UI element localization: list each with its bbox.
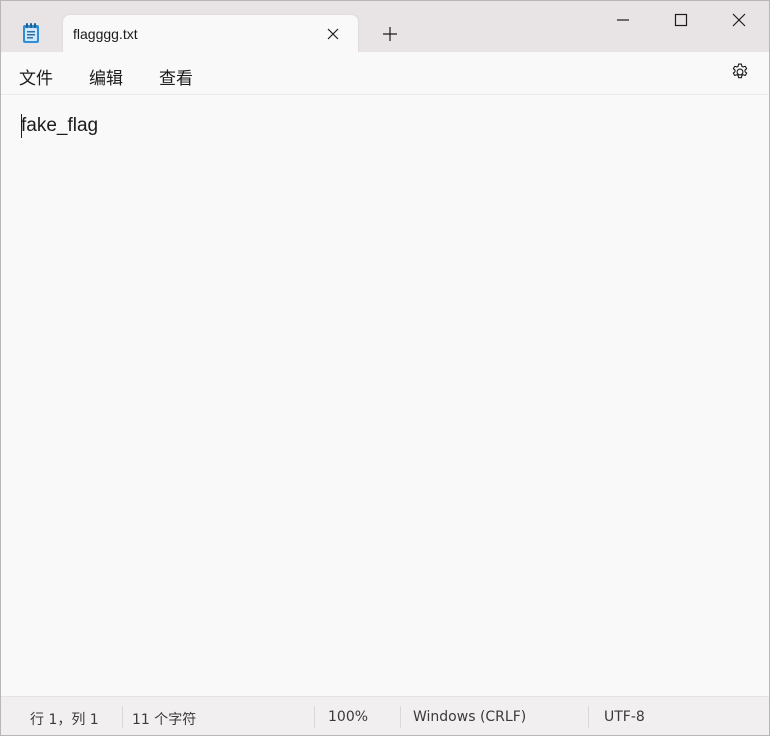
tab-close-icon[interactable] bbox=[325, 26, 341, 42]
notepad-window: flagggg.txt 文件 编辑 查看 fake_flag 行 1，列 1 1… bbox=[0, 0, 770, 736]
menu-bar: 文件 编辑 查看 bbox=[1, 52, 769, 95]
maximize-button[interactable] bbox=[652, 1, 710, 39]
character-count: 11 个字符 bbox=[132, 712, 197, 728]
title-bar: flagggg.txt bbox=[1, 1, 769, 52]
notepad-icon bbox=[21, 22, 41, 44]
editor-content[interactable]: fake_flag bbox=[21, 115, 98, 137]
status-divider bbox=[588, 706, 589, 728]
menu-file[interactable]: 文件 bbox=[19, 64, 53, 89]
maximize-icon bbox=[674, 13, 688, 27]
encoding[interactable]: UTF-8 bbox=[604, 709, 645, 725]
status-divider bbox=[122, 706, 123, 728]
window-close-button[interactable] bbox=[710, 1, 768, 39]
menu-view[interactable]: 查看 bbox=[159, 64, 193, 89]
new-tab-plus-icon[interactable] bbox=[381, 25, 399, 43]
minimize-button[interactable] bbox=[594, 1, 652, 39]
status-bar: 行 1，列 1 11 个字符 100% Windows (CRLF) UTF-8 bbox=[1, 696, 769, 735]
cursor-position: 行 1，列 1 bbox=[30, 712, 99, 728]
close-icon bbox=[732, 13, 746, 27]
tab-flagggg[interactable]: flagggg.txt bbox=[62, 14, 359, 52]
gear-icon[interactable] bbox=[730, 62, 750, 82]
text-editor[interactable]: fake_flag bbox=[1, 95, 769, 696]
status-divider bbox=[314, 706, 315, 728]
tab-title: flagggg.txt bbox=[73, 26, 138, 42]
line-ending[interactable]: Windows (CRLF) bbox=[413, 709, 526, 725]
menu-edit[interactable]: 编辑 bbox=[89, 64, 123, 89]
zoom-level[interactable]: 100% bbox=[328, 709, 368, 725]
status-divider bbox=[400, 706, 401, 728]
minimize-icon bbox=[617, 19, 629, 21]
